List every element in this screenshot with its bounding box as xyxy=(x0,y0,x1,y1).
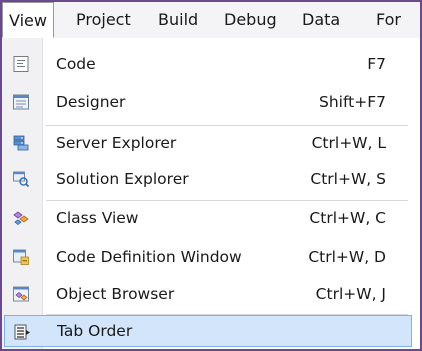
menu-item-label: Designer xyxy=(56,93,126,111)
menu-item-label: Code Definition Window xyxy=(56,248,242,266)
menu-item-shortcut: Ctrl+W, S xyxy=(310,170,386,188)
menu-item-shortcut: F7 xyxy=(367,55,386,73)
view-menu-window: View Project Build Debug Data For Code F… xyxy=(0,0,422,351)
menu-item-shortcut: Ctrl+W, L xyxy=(311,134,386,152)
class-view-icon xyxy=(13,211,29,226)
menubar-format[interactable]: For xyxy=(376,2,401,38)
menubar-view[interactable]: View xyxy=(2,2,54,38)
menu-item-label: Object Browser xyxy=(56,285,175,303)
menu-item-label: Class View xyxy=(56,209,139,227)
menu-item-code[interactable]: Code F7 xyxy=(2,46,412,82)
menu-item-tab-order[interactable]: Tab Order xyxy=(4,315,412,347)
menu-item-object-browser[interactable]: Object Browser Ctrl+W, J xyxy=(2,276,412,312)
menubar-data[interactable]: Data xyxy=(302,2,340,38)
menu-item-label: Code xyxy=(56,55,96,73)
designer-icon xyxy=(13,94,29,110)
object-browser-icon xyxy=(13,286,29,302)
code-icon xyxy=(13,56,29,72)
menu-item-solution-explorer[interactable]: Solution Explorer Ctrl+W, S xyxy=(2,161,412,197)
server-explorer-icon xyxy=(13,135,29,151)
code-definition-window-icon xyxy=(13,249,29,265)
tab-order-icon xyxy=(14,324,30,340)
menu-item-label: Solution Explorer xyxy=(56,170,189,188)
menu-item-class-view[interactable]: Class View Ctrl+W, C xyxy=(2,200,412,236)
menubar-project[interactable]: Project xyxy=(76,2,131,38)
menu-item-server-explorer[interactable]: Server Explorer Ctrl+W, L xyxy=(2,125,412,161)
menu-item-shortcut: Ctrl+W, J xyxy=(315,285,386,303)
menubar-build[interactable]: Build xyxy=(158,2,198,38)
view-dropdown-menu: Code F7 Designer Shift+F7 Server Explore… xyxy=(2,38,420,349)
menu-item-shortcut: Ctrl+W, C xyxy=(309,209,386,227)
menu-item-label: Server Explorer xyxy=(56,134,177,152)
menu-item-shortcut: Shift+F7 xyxy=(319,93,386,111)
menu-item-code-definition-window[interactable]: Code Definition Window Ctrl+W, D xyxy=(2,239,412,275)
menu-item-designer[interactable]: Designer Shift+F7 xyxy=(2,84,412,120)
menu-item-label: Tab Order xyxy=(57,322,133,340)
solution-explorer-icon xyxy=(13,171,30,188)
menu-bar: View Project Build Debug Data For xyxy=(2,2,420,39)
menubar-debug[interactable]: Debug xyxy=(224,2,277,38)
menu-item-shortcut: Ctrl+W, D xyxy=(308,248,386,266)
